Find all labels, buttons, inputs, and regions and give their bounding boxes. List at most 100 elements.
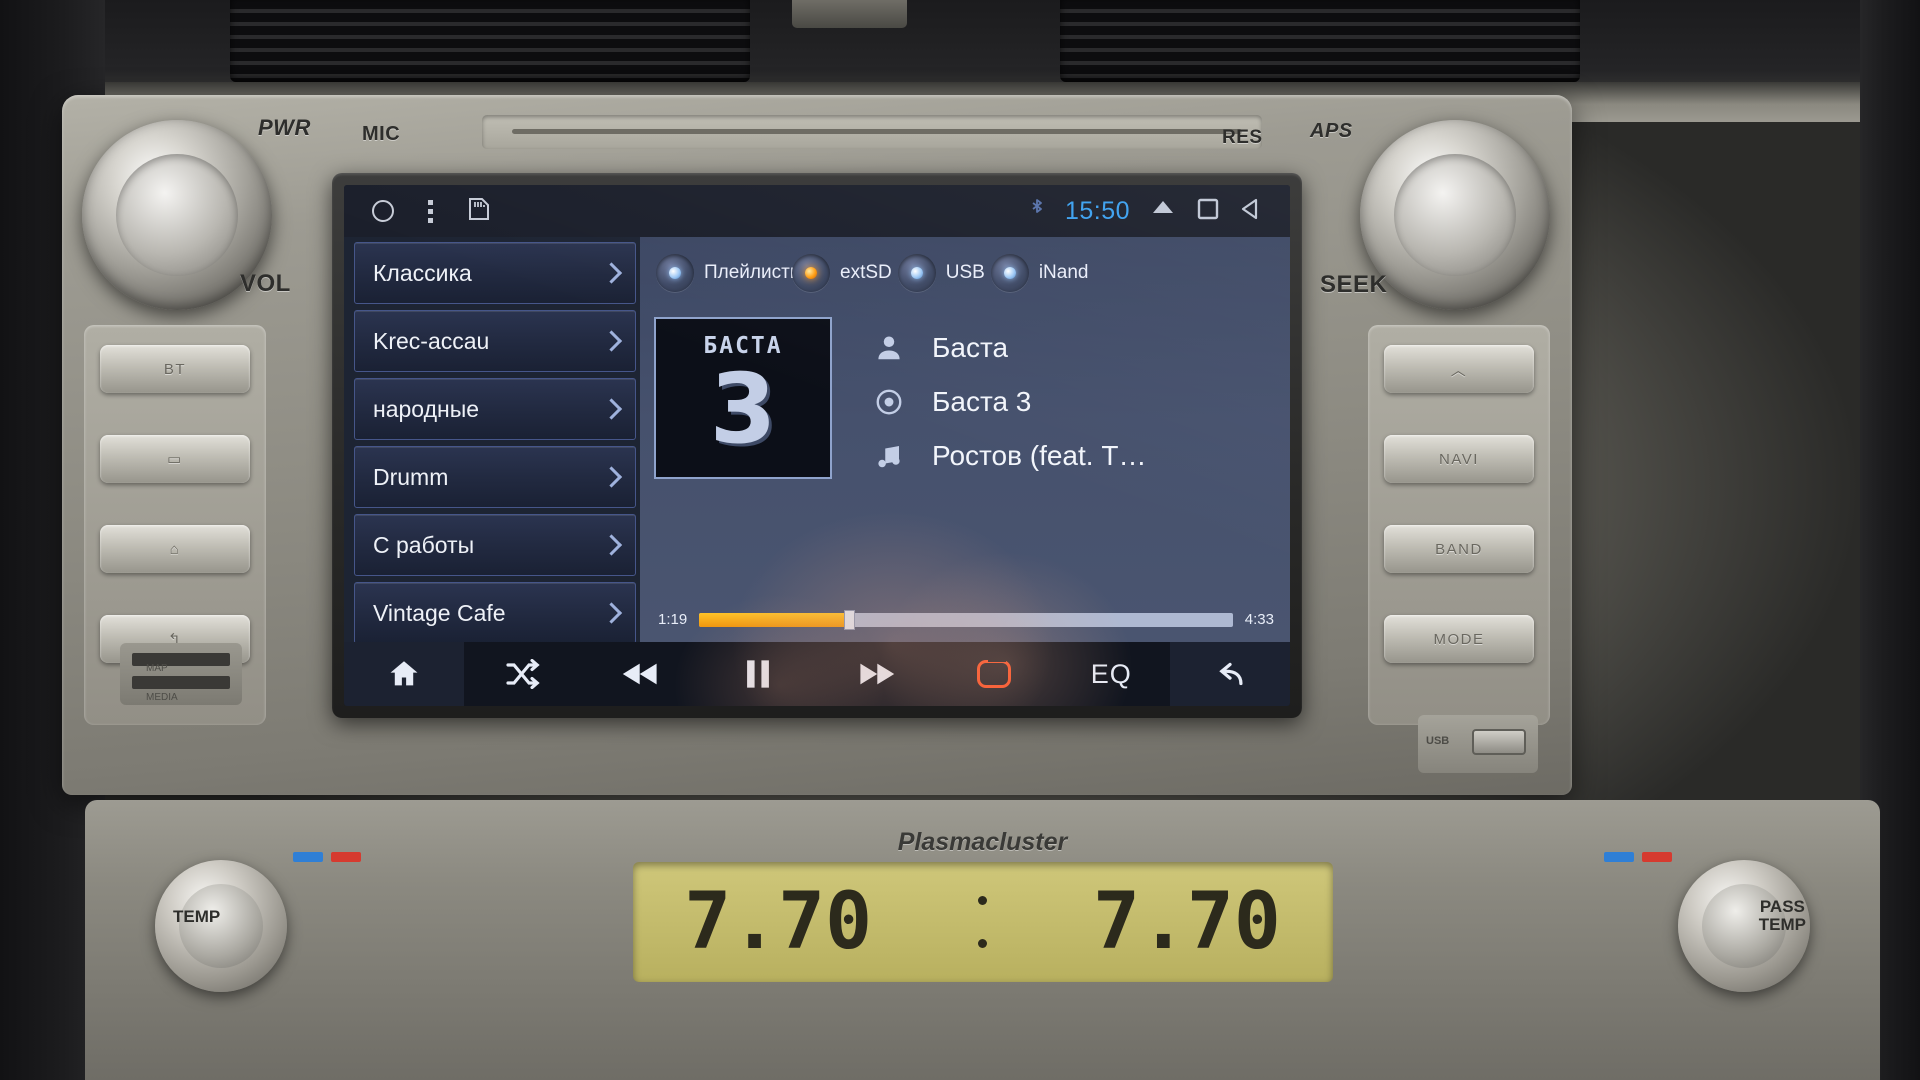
sd-card-icon[interactable] xyxy=(467,196,491,227)
hw-button-navi[interactable]: NAVI xyxy=(1384,435,1534,483)
player-right-pane: Плейлисты extSD USB iNand БАСТА 3 Баста … xyxy=(640,237,1290,642)
usb-port[interactable] xyxy=(1472,729,1526,755)
passenger-temp-label: PASS TEMP xyxy=(1758,897,1806,934)
cold-indicator-icon xyxy=(293,852,323,862)
person-icon xyxy=(872,333,906,363)
android-status-bar: 15:50 xyxy=(344,185,1290,237)
cold-indicator-icon xyxy=(1604,852,1634,862)
album-name: Баста 3 xyxy=(932,386,1032,417)
hw-button-bt[interactable]: BT xyxy=(100,345,250,393)
source-led-icon xyxy=(990,254,1029,292)
playlist-item-label: Классика xyxy=(373,259,472,286)
disc-slot[interactable] xyxy=(482,115,1262,149)
playlist-item-label: Krec-accau xyxy=(373,327,490,354)
source-option-usb[interactable]: USB xyxy=(897,254,985,292)
source-label: Плейлисты xyxy=(704,262,804,284)
disc-icon xyxy=(872,387,906,417)
playlist-item-1[interactable]: Krec-accau xyxy=(354,310,636,372)
artist-name: Баста xyxy=(932,332,1009,363)
seek-bar[interactable] xyxy=(699,609,1233,630)
hw-button-home[interactable]: ⌂ xyxy=(100,525,250,573)
label-pwr: PWR xyxy=(258,115,311,140)
playlist-item-5[interactable]: Vintage Cafe xyxy=(354,582,636,644)
source-option-extsd[interactable]: extSD xyxy=(792,254,892,292)
label-media: MEDIA xyxy=(146,692,178,703)
hot-indicator-icon xyxy=(331,852,361,862)
hw-button-mode[interactable]: MODE xyxy=(1384,615,1534,663)
chevron-right-icon xyxy=(600,602,623,624)
chevron-right-icon xyxy=(600,466,623,488)
vent-control-knob[interactable] xyxy=(792,0,907,28)
progress-area: 1:19 4:33 xyxy=(658,609,1274,630)
map-media-card-slots[interactable]: MAP MEDIA xyxy=(120,643,242,705)
source-selector: Плейлисты extSD USB iNand xyxy=(640,237,1290,309)
source-label: USB xyxy=(945,262,985,284)
chevron-right-icon xyxy=(600,534,623,556)
progress-fill xyxy=(699,612,849,627)
overflow-menu-icon[interactable] xyxy=(428,199,433,223)
driver-temp-label: TEMP xyxy=(173,907,221,926)
chevron-right-icon xyxy=(600,398,623,420)
eject-icon[interactable] xyxy=(1150,198,1176,225)
elapsed-time: 1:19 xyxy=(658,611,688,628)
head-unit-faceplate: PWR MIC VOL RES APS SEEK BT ▭ ⌂ ↰ MAP ME… xyxy=(62,95,1572,795)
playlist-item-2[interactable]: народные xyxy=(354,378,636,440)
track-title: Ростов (feat. Т… xyxy=(932,440,1147,471)
repeat-icon xyxy=(976,657,1011,688)
album-art-number: 3 xyxy=(709,353,777,465)
status-clock: 15:50 xyxy=(1064,196,1130,225)
source-option-playlists[interactable]: Плейлисты xyxy=(656,254,804,292)
label-aps: APS xyxy=(1310,120,1353,142)
air-vent-right xyxy=(1060,0,1580,82)
eq-button[interactable]: EQ xyxy=(1052,642,1170,706)
back-icon[interactable] xyxy=(1240,197,1264,226)
source-label: extSD xyxy=(840,262,892,284)
home-button[interactable] xyxy=(344,642,464,706)
repeat-button[interactable] xyxy=(935,642,1053,706)
playlist-item-4[interactable]: С работы xyxy=(354,514,636,576)
climate-display: 7.70 7.70 xyxy=(632,862,1333,982)
plasmacluster-logo: Plasmacluster xyxy=(897,828,1068,856)
playlist-item-3[interactable]: Drumm xyxy=(354,446,636,508)
pause-button[interactable] xyxy=(699,642,817,706)
playlist-item-label: народные xyxy=(373,395,480,422)
shuffle-button[interactable] xyxy=(464,642,582,706)
progress-thumb[interactable] xyxy=(843,609,855,630)
seek-knob[interactable] xyxy=(1360,120,1550,310)
back-button[interactable] xyxy=(1170,642,1290,706)
hw-button-band[interactable]: BAND xyxy=(1384,525,1534,573)
album-art[interactable]: БАСТА 3 xyxy=(654,317,832,479)
source-led-icon xyxy=(792,254,830,292)
source-label: iNand xyxy=(1038,262,1089,284)
circle-icon[interactable] xyxy=(372,200,394,222)
previous-track-button[interactable] xyxy=(582,642,700,706)
source-led-icon xyxy=(897,254,936,292)
source-led-icon xyxy=(656,254,694,292)
track-metadata: Баста Баста 3 Ростов (feat. Т… xyxy=(832,317,1290,483)
display-divider-icon xyxy=(976,896,990,948)
playlist-item-label: Vintage Cafe xyxy=(373,599,506,626)
climate-control-panel: Plasmacluster 7.70 7.70 TEMP PASS TEMP xyxy=(85,800,1880,1080)
source-option-inand[interactable]: iNand xyxy=(990,254,1089,292)
label-seek: SEEK xyxy=(1320,271,1388,298)
recent-apps-icon[interactable] xyxy=(1196,197,1220,226)
android-screen: 15:50 Классика Krec-accau народные Drumm… xyxy=(344,185,1290,706)
playlist-item-0[interactable]: Классика xyxy=(354,242,636,304)
chevron-right-icon xyxy=(600,330,623,352)
next-track-button[interactable] xyxy=(817,642,935,706)
driver-temperature: 7.70 xyxy=(684,877,873,967)
passenger-temperature: 7.70 xyxy=(1092,877,1281,967)
driver-temp-knob[interactable] xyxy=(155,860,287,992)
right-button-panel: ︿ NAVI BAND MODE xyxy=(1368,325,1550,725)
label-res: RES xyxy=(1222,127,1263,148)
playlist-item-label: С работы xyxy=(373,531,475,558)
label-usb: USB xyxy=(1426,735,1450,747)
label-mic: MIC xyxy=(362,123,401,145)
metadata-album-row: Баста 3 xyxy=(872,375,1290,429)
hw-button-screen[interactable]: ▭ xyxy=(100,435,250,483)
screen-bezel: 15:50 Классика Krec-accau народные Drumm… xyxy=(332,173,1302,718)
car-dashboard-scene: PWR MIC VOL RES APS SEEK BT ▭ ⌂ ↰ MAP ME… xyxy=(0,0,1920,1080)
usb-port-area[interactable]: USB xyxy=(1418,715,1538,773)
hw-button-up[interactable]: ︿ xyxy=(1384,345,1534,393)
playlist-sidebar: Классика Krec-accau народные Drumm С раб… xyxy=(344,237,640,644)
